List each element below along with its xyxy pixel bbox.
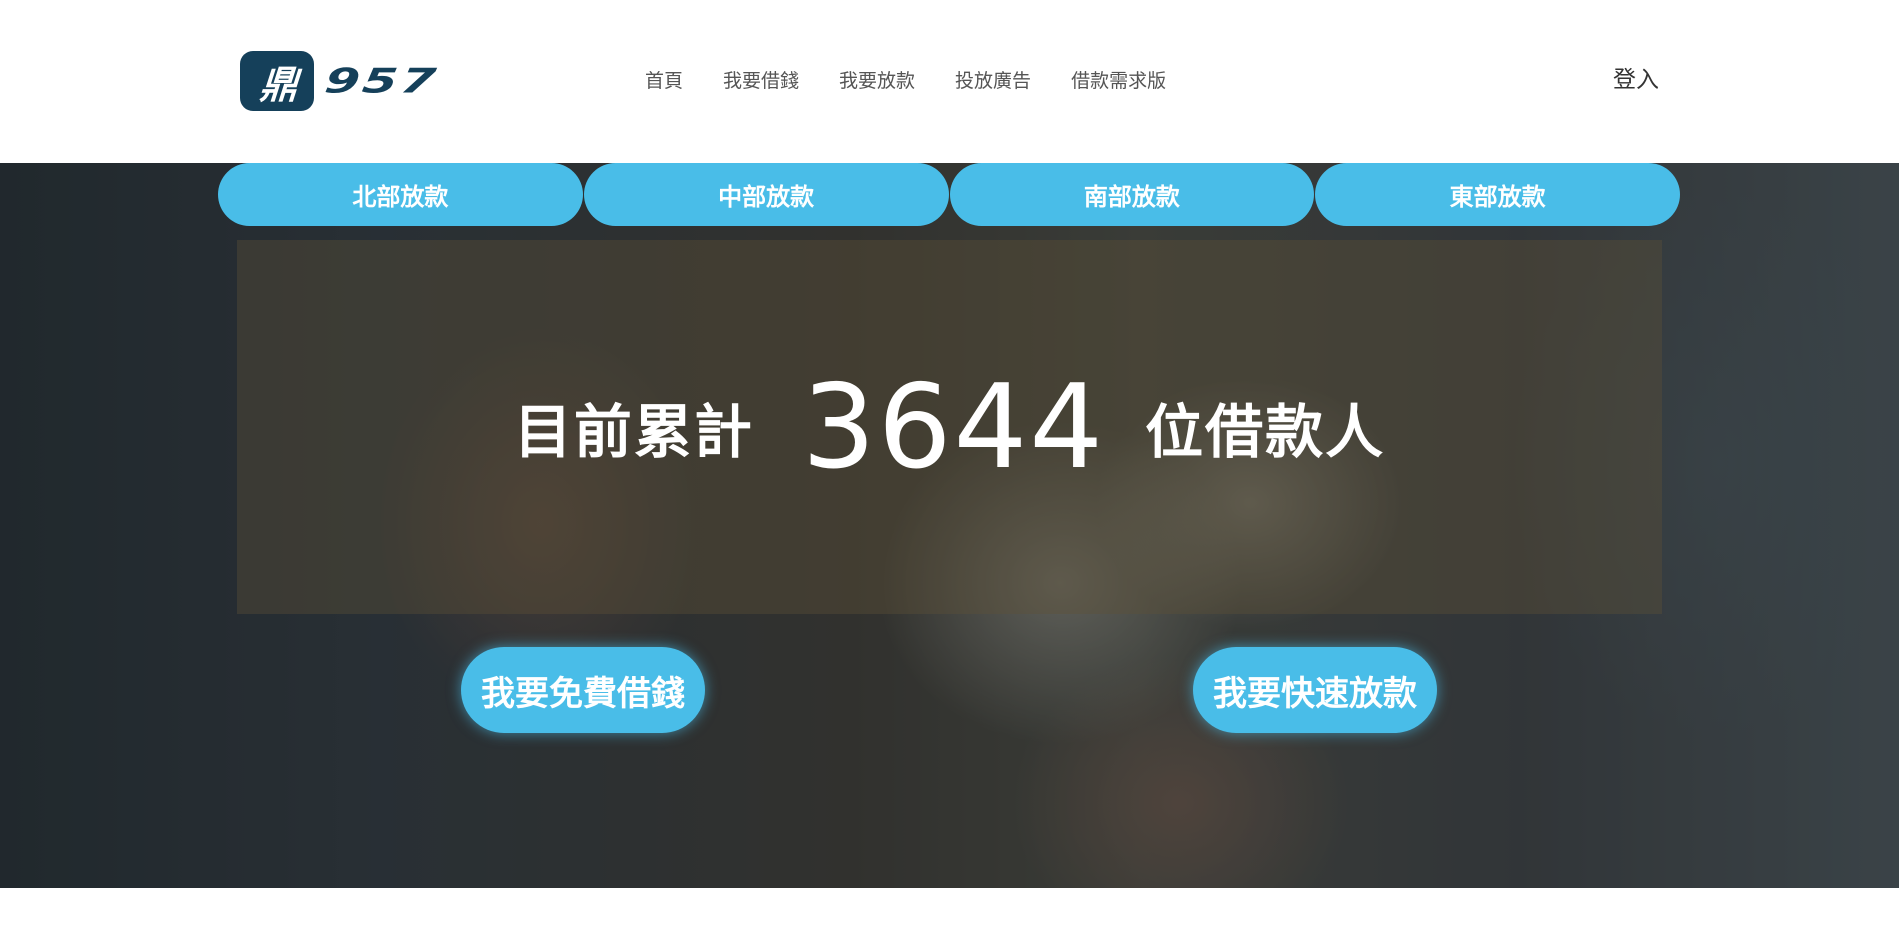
tab-central-lending[interactable]: 中部放款 bbox=[583, 163, 949, 226]
nav-item-lend[interactable]: 我要放款 bbox=[819, 63, 935, 99]
free-borrow-button[interactable]: 我要免費借錢 bbox=[461, 647, 705, 733]
main-nav: 首頁 我要借錢 我要放款 投放廣告 借款需求版 bbox=[625, 63, 1186, 99]
borrower-count: 3644 bbox=[801, 359, 1106, 495]
quick-lend-button[interactable]: 我要快速放款 bbox=[1193, 647, 1437, 733]
tab-east-lending[interactable]: 東部放款 bbox=[1315, 163, 1680, 226]
borrower-stats-panel: 目前累計 3644 位借款人 bbox=[237, 240, 1662, 614]
stats-prefix: 目前累計 bbox=[513, 398, 754, 466]
tab-south-lending[interactable]: 南部放款 bbox=[949, 163, 1315, 226]
stats-suffix: 位借款人 bbox=[1145, 398, 1386, 466]
nav-item-advertise[interactable]: 投放廣告 bbox=[935, 63, 1051, 99]
nav-item-home[interactable]: 首頁 bbox=[625, 63, 703, 99]
hero-banner: 北部放款 中部放款 南部放款 東部放款 目前累計 3644 位借款人 我要免費借… bbox=[0, 163, 1899, 888]
site-header: 鼎 957 首頁 我要借錢 我要放款 投放廣告 借款需求版 登入 bbox=[0, 0, 1899, 163]
site-logo[interactable]: 鼎 957 bbox=[240, 51, 442, 111]
nav-item-loan-demand-board[interactable]: 借款需求版 bbox=[1051, 63, 1186, 99]
region-tabs: 北部放款 中部放款 南部放款 東部放款 bbox=[218, 163, 1681, 226]
logo-badge-text: 鼎 bbox=[258, 62, 296, 107]
logo-text: 957 bbox=[322, 61, 442, 101]
login-link[interactable]: 登入 bbox=[1613, 61, 1659, 99]
tab-north-lending[interactable]: 北部放款 bbox=[218, 163, 583, 226]
nav-item-borrow[interactable]: 我要借錢 bbox=[703, 63, 819, 99]
logo-badge-icon: 鼎 bbox=[240, 51, 314, 111]
borrower-stats-line: 目前累計 3644 位借款人 bbox=[237, 240, 1662, 614]
